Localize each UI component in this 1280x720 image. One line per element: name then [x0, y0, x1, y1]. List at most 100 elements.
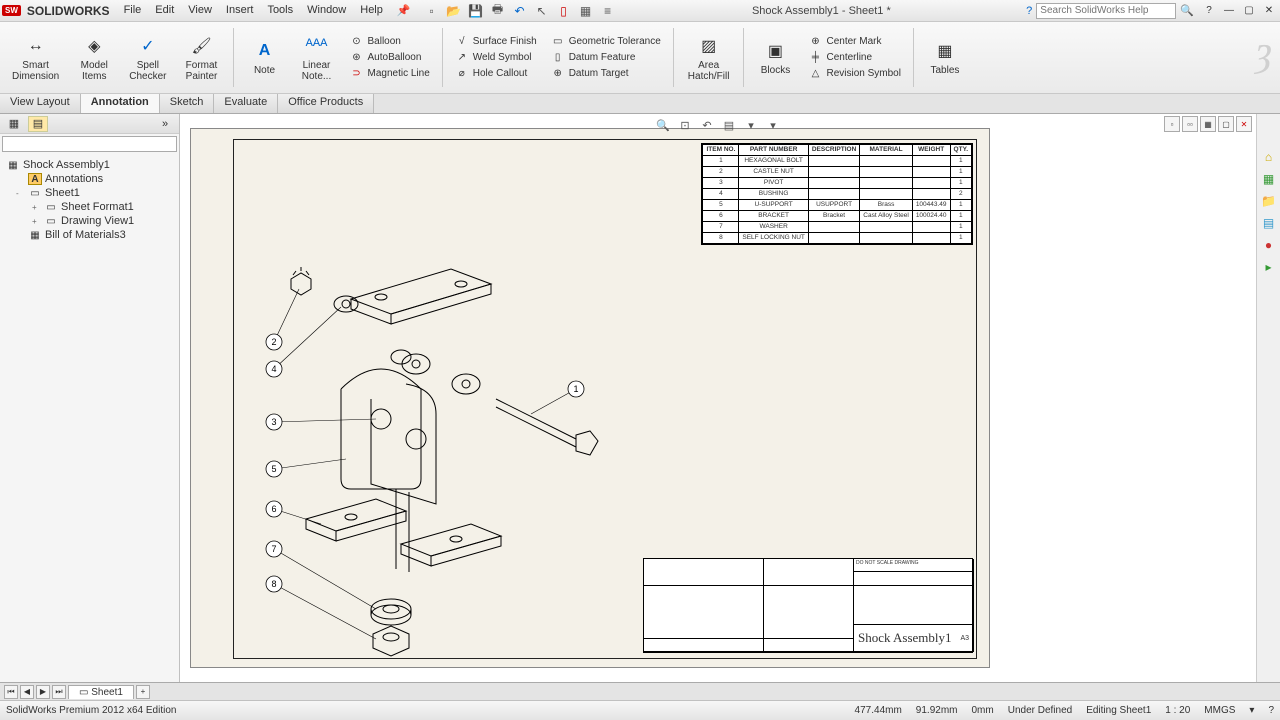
- dimension-icon: ↔: [24, 34, 48, 58]
- surface-finish-button[interactable]: √Surface Finish: [451, 35, 541, 49]
- minimize-button[interactable]: —: [1220, 4, 1238, 18]
- home-icon[interactable]: ⌂: [1260, 148, 1278, 166]
- zoom-area-icon[interactable]: ⊡: [675, 116, 695, 134]
- help-button[interactable]: ?: [1200, 4, 1218, 18]
- tree-annotations[interactable]: AAnnotations: [2, 172, 177, 186]
- section-icon[interactable]: ▤: [719, 116, 739, 134]
- datum-feature-button[interactable]: ▯Datum Feature: [547, 51, 665, 65]
- exploded-view-drawing[interactable]: 1 2 3 4 5 6 7 8: [221, 189, 661, 659]
- smart-dimension-button[interactable]: ↔SmartDimension: [6, 24, 65, 91]
- menu-insert[interactable]: Insert: [226, 4, 254, 17]
- title-block[interactable]: DO NOT SCALE DRAWING Shock Assembly1 A3: [643, 558, 973, 653]
- select-icon[interactable]: ↖: [533, 3, 551, 19]
- last-sheet-icon[interactable]: ⏭: [52, 685, 66, 699]
- spell-checker-button[interactable]: ✓SpellChecker: [123, 24, 172, 91]
- print-icon[interactable]: 🖶: [489, 3, 507, 19]
- options2-icon[interactable]: ≡: [599, 3, 617, 19]
- centerline-button[interactable]: ╪Centerline: [804, 51, 904, 65]
- menu-edit[interactable]: Edit: [155, 4, 174, 17]
- single-page-icon[interactable]: ▫: [1164, 116, 1180, 132]
- tree-filter-input[interactable]: [2, 136, 177, 152]
- tables-button[interactable]: ▦Tables: [922, 24, 968, 91]
- note-button[interactable]: ANote: [242, 24, 288, 91]
- sheet-tab-1[interactable]: ▭ Sheet1: [68, 685, 134, 699]
- menu-view[interactable]: View: [188, 4, 212, 17]
- appearances-icon[interactable]: ●: [1260, 236, 1278, 254]
- new-icon[interactable]: ▫: [423, 3, 441, 19]
- library-icon[interactable]: 📁: [1260, 192, 1278, 210]
- prev-view-icon[interactable]: ↶: [697, 116, 717, 134]
- tab-office-products[interactable]: Office Products: [278, 94, 374, 113]
- weld-symbol-button[interactable]: ↗Weld Symbol: [451, 51, 541, 65]
- center-mark-button[interactable]: ⊕Center Mark: [804, 35, 904, 49]
- area-hatch-button[interactable]: ▨AreaHatch/Fill: [682, 24, 736, 91]
- tab-evaluate[interactable]: Evaluate: [214, 94, 278, 113]
- bom-table[interactable]: ITEM NO.PART NUMBERDESCRIPTIONMATERIALWE…: [701, 143, 973, 245]
- blocks-button[interactable]: ▣Blocks: [752, 24, 798, 91]
- hide-show-icon[interactable]: ▾: [763, 116, 783, 134]
- help-icon[interactable]: ?: [1026, 5, 1032, 17]
- view-palette-icon[interactable]: ▤: [1260, 214, 1278, 232]
- rebuild-icon[interactable]: ▯: [555, 3, 573, 19]
- document-title: Shock Assembly1 - Sheet1 *: [617, 5, 1027, 17]
- datum-group: ▭Geometric Tolerance ▯Datum Feature ⊕Dat…: [547, 24, 665, 91]
- geo-tol-button[interactable]: ▭Geometric Tolerance: [547, 35, 665, 49]
- paint-icon: 🖌: [190, 34, 214, 58]
- tab-sketch[interactable]: Sketch: [160, 94, 215, 113]
- tab-view-layout[interactable]: View Layout: [0, 94, 81, 113]
- status-rebuild-icon[interactable]: ?: [1268, 705, 1274, 716]
- menu-pin-icon[interactable]: 📌: [397, 4, 411, 17]
- first-sheet-icon[interactable]: ⏮: [4, 685, 18, 699]
- save-icon[interactable]: 💾: [467, 3, 485, 19]
- collapse-icon[interactable]: -: [16, 189, 25, 198]
- format-painter-button[interactable]: 🖌FormatPainter: [179, 24, 225, 91]
- menu-file[interactable]: File: [124, 4, 142, 17]
- canvas[interactable]: 🔍 ⊡ ↶ ▤ ▾ ▾ ▫ ▫▫ ▦ ▢ ✕ ITEM NO.PART NUMB…: [180, 114, 1256, 682]
- status-units[interactable]: MMGS: [1204, 705, 1235, 716]
- maximize-button[interactable]: ▢: [1240, 4, 1258, 18]
- tree-drawing-view[interactable]: +▭Drawing View1: [2, 214, 177, 228]
- zoom-fit-icon[interactable]: 🔍: [653, 116, 673, 134]
- linear-note-button[interactable]: ᴬᴬᴬLinearNote...: [294, 24, 340, 91]
- options-icon[interactable]: ▦: [577, 3, 595, 19]
- prev-sheet-icon[interactable]: ◀: [20, 685, 34, 699]
- tree-bom[interactable]: ▦Bill of Materials3: [2, 228, 177, 242]
- property-icon[interactable]: ▤: [28, 116, 48, 132]
- tab-annotation[interactable]: Annotation: [81, 94, 160, 113]
- tree-sheet1[interactable]: -▭Sheet1: [2, 186, 177, 200]
- revision-icon: △: [808, 68, 822, 80]
- help-search-input[interactable]: [1036, 3, 1176, 19]
- ribbon-tabs: View Layout Annotation Sketch Evaluate O…: [0, 94, 1280, 114]
- close-button[interactable]: ✕: [1260, 4, 1278, 18]
- undo-icon[interactable]: ↶: [511, 3, 529, 19]
- tree-sheet-format[interactable]: +▭Sheet Format1: [2, 200, 177, 214]
- autoballoon-button[interactable]: ⊛AutoBalloon: [346, 51, 434, 65]
- expand-icon[interactable]: +: [32, 203, 41, 212]
- feature-tree-icon[interactable]: ▦: [4, 116, 24, 132]
- four-page-icon[interactable]: ▦: [1200, 116, 1216, 132]
- hole-callout-button[interactable]: ⌀Hole Callout: [451, 67, 541, 81]
- status-dropdown-icon[interactable]: ▾: [1249, 705, 1254, 716]
- menu-tools[interactable]: Tools: [267, 4, 293, 17]
- drawing-sheet[interactable]: ITEM NO.PART NUMBERDESCRIPTIONMATERIALWE…: [190, 128, 990, 668]
- balloon-button[interactable]: ⊙Balloon: [346, 35, 434, 49]
- expand-icon[interactable]: +: [32, 217, 41, 226]
- menu-window[interactable]: Window: [307, 4, 346, 17]
- collapse-icon[interactable]: »: [155, 116, 175, 132]
- datum-target-button[interactable]: ⊕Datum Target: [547, 67, 665, 81]
- open-icon[interactable]: 📂: [445, 3, 463, 19]
- model-items-button[interactable]: ◈ModelItems: [71, 24, 117, 91]
- display-icon[interactable]: ▾: [741, 116, 761, 134]
- custom-props-icon[interactable]: ▸: [1260, 258, 1278, 276]
- add-sheet-icon[interactable]: +: [136, 685, 150, 699]
- magnetic-line-button[interactable]: ⊃Magnetic Line: [346, 67, 434, 81]
- menu-help[interactable]: Help: [360, 4, 383, 17]
- resources-icon[interactable]: ▦: [1260, 170, 1278, 188]
- tree-root[interactable]: ▦Shock Assembly1: [2, 158, 177, 172]
- close-view-icon[interactable]: ✕: [1236, 116, 1252, 132]
- search-icon[interactable]: 🔍: [1180, 4, 1194, 17]
- next-sheet-icon[interactable]: ▶: [36, 685, 50, 699]
- two-page-icon[interactable]: ▫▫: [1182, 116, 1198, 132]
- maximize-view-icon[interactable]: ▢: [1218, 116, 1234, 132]
- revision-symbol-button[interactable]: △Revision Symbol: [804, 67, 904, 81]
